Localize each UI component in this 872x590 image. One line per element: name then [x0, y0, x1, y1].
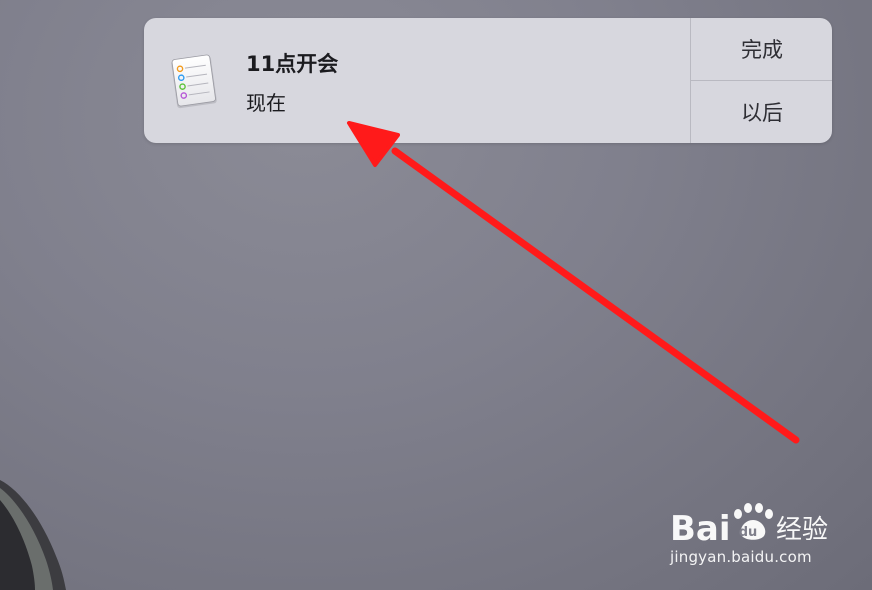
notification-actions: 完成 以后 — [690, 18, 832, 143]
done-button[interactable]: 完成 — [691, 18, 832, 81]
svg-text:du: du — [739, 525, 758, 540]
notification-subtitle: 现在 — [246, 91, 286, 115]
notification-banner[interactable]: 11点开会 现在 完成 以后 — [144, 18, 832, 143]
notification-title: 11点开会 — [246, 52, 339, 76]
svg-text:Bai: Bai — [670, 509, 731, 549]
notification-content[interactable]: 11点开会 现在 — [144, 18, 690, 143]
watermark: Bai du 经验 jingyan.baidu.com — [668, 496, 868, 576]
corner-object — [0, 480, 66, 590]
later-button[interactable]: 以后 — [691, 81, 832, 143]
baidu-jingyan-logo: Bai du 经验 — [670, 503, 828, 549]
watermark-url: jingyan.baidu.com — [670, 548, 812, 566]
svg-text:经验: 经验 — [776, 515, 828, 545]
reminders-list-icon — [164, 52, 224, 112]
